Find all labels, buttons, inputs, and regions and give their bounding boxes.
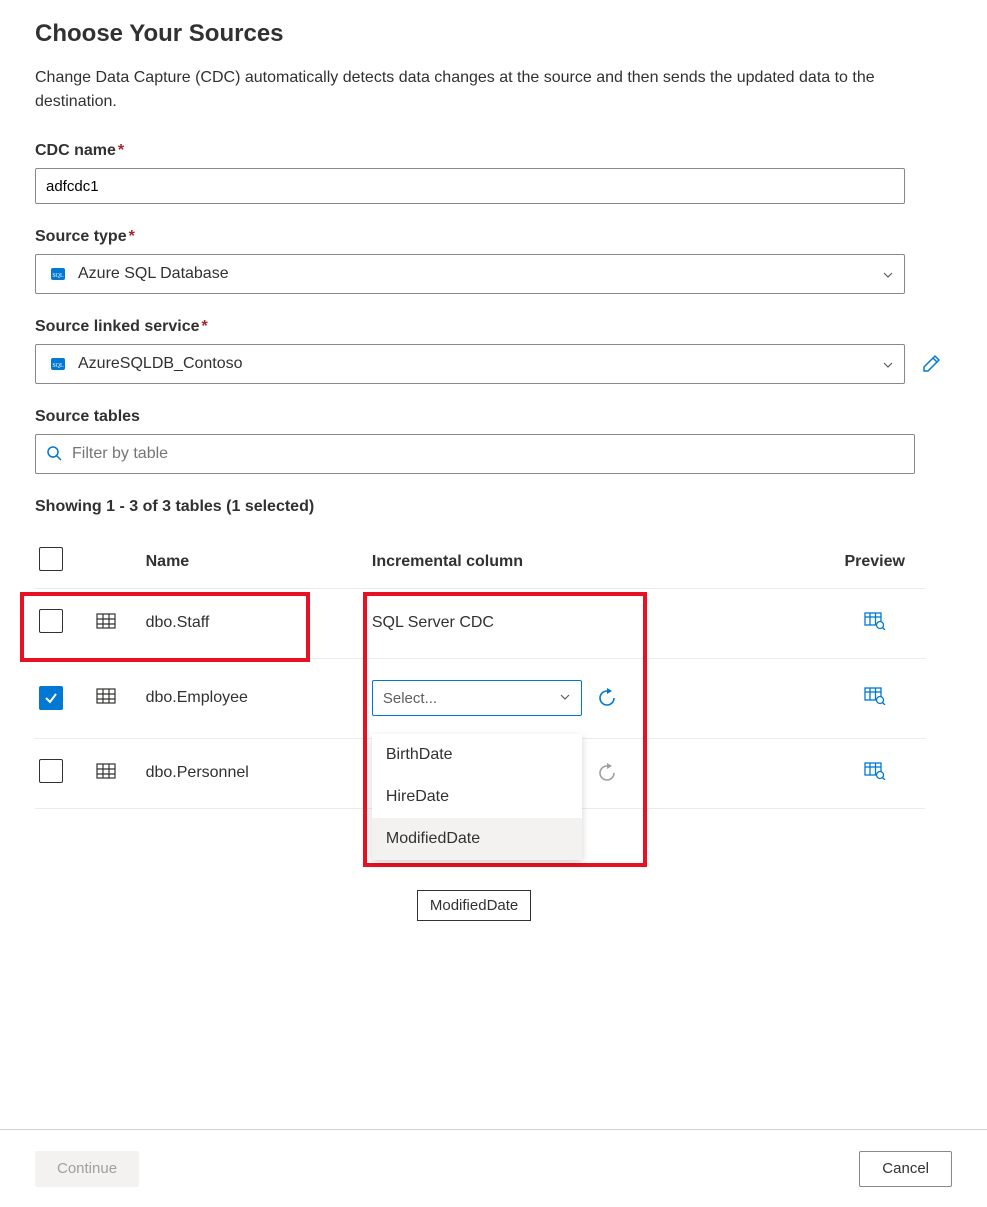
table-icon <box>95 619 117 636</box>
table-row-name: dbo.Personnel <box>146 738 372 808</box>
preview-button[interactable] <box>864 617 886 634</box>
search-icon <box>46 445 62 464</box>
row-checkbox[interactable] <box>39 609 63 633</box>
required-asterisk: * <box>202 318 208 335</box>
source-type-value: Azure SQL Database <box>78 265 882 283</box>
required-asterisk: * <box>118 142 124 159</box>
preview-button[interactable] <box>864 692 886 709</box>
linked-service-select[interactable]: SQL AzureSQLDB_Contoso <box>35 344 905 384</box>
chevron-down-icon <box>882 358 894 370</box>
column-header-incremental: Incremental column <box>372 536 825 588</box>
page-description: Change Data Capture (CDC) automatically … <box>35 66 905 114</box>
svg-text:SQL: SQL <box>52 273 64 279</box>
database-icon: SQL <box>50 356 66 372</box>
source-tables-label: Source tables <box>35 408 952 426</box>
chevron-down-icon <box>882 268 894 280</box>
chevron-down-icon <box>559 690 571 707</box>
required-asterisk: * <box>129 228 135 245</box>
filter-input-container[interactable] <box>35 434 915 474</box>
refresh-button[interactable] <box>596 687 618 709</box>
incremental-column-select[interactable]: Select... <box>372 680 582 716</box>
sources-table: Name Incremental column Preview <box>35 536 925 809</box>
tooltip: ModifiedDate <box>417 890 531 921</box>
source-type-label-text: Source type <box>35 228 127 245</box>
footer-bar: Continue Cancel <box>0 1129 987 1207</box>
page-title: Choose Your Sources <box>35 20 952 48</box>
showing-count-text: Showing 1 - 3 of 3 tables (1 selected) <box>35 498 952 516</box>
svg-text:SQL: SQL <box>52 363 64 369</box>
database-icon: SQL <box>50 266 66 282</box>
linked-service-label: Source linked service* <box>35 318 952 336</box>
table-icon <box>95 769 117 786</box>
filter-input[interactable] <box>70 444 904 464</box>
table-icon <box>95 694 117 711</box>
column-header-name: Name <box>146 536 372 588</box>
preview-button[interactable] <box>864 767 886 784</box>
table-row-name: dbo.Staff <box>146 588 372 658</box>
cdc-name-label-text: CDC name <box>35 142 116 159</box>
cancel-button[interactable]: Cancel <box>859 1151 952 1187</box>
table-row: dbo.Employee Select... <box>35 658 925 738</box>
dropdown-option[interactable]: ModifiedDate <box>372 818 582 860</box>
row-checkbox[interactable] <box>39 686 63 710</box>
dropdown-option[interactable]: HireDate <box>372 776 582 818</box>
row-checkbox[interactable] <box>39 759 63 783</box>
cdc-name-label: CDC name* <box>35 142 952 160</box>
incremental-dropdown-panel: BirthDate HireDate ModifiedDate <box>372 734 582 860</box>
incremental-select-placeholder: Select... <box>383 690 559 707</box>
dropdown-option[interactable]: BirthDate <box>372 734 582 776</box>
continue-button[interactable]: Continue <box>35 1151 139 1187</box>
table-row-incremental: SQL Server CDC <box>372 588 825 658</box>
linked-service-value: AzureSQLDB_Contoso <box>78 355 882 373</box>
column-header-preview: Preview <box>824 536 925 588</box>
refresh-button[interactable] <box>596 762 618 784</box>
table-row-name: dbo.Employee <box>146 658 372 738</box>
source-type-select[interactable]: SQL Azure SQL Database <box>35 254 905 294</box>
edit-linked-service-button[interactable] <box>917 350 945 378</box>
cdc-name-input[interactable] <box>35 168 905 204</box>
table-row: dbo.Staff SQL Server CDC <box>35 588 925 658</box>
source-type-label: Source type* <box>35 228 952 246</box>
linked-service-label-text: Source linked service <box>35 318 200 335</box>
select-all-checkbox[interactable] <box>39 547 63 571</box>
